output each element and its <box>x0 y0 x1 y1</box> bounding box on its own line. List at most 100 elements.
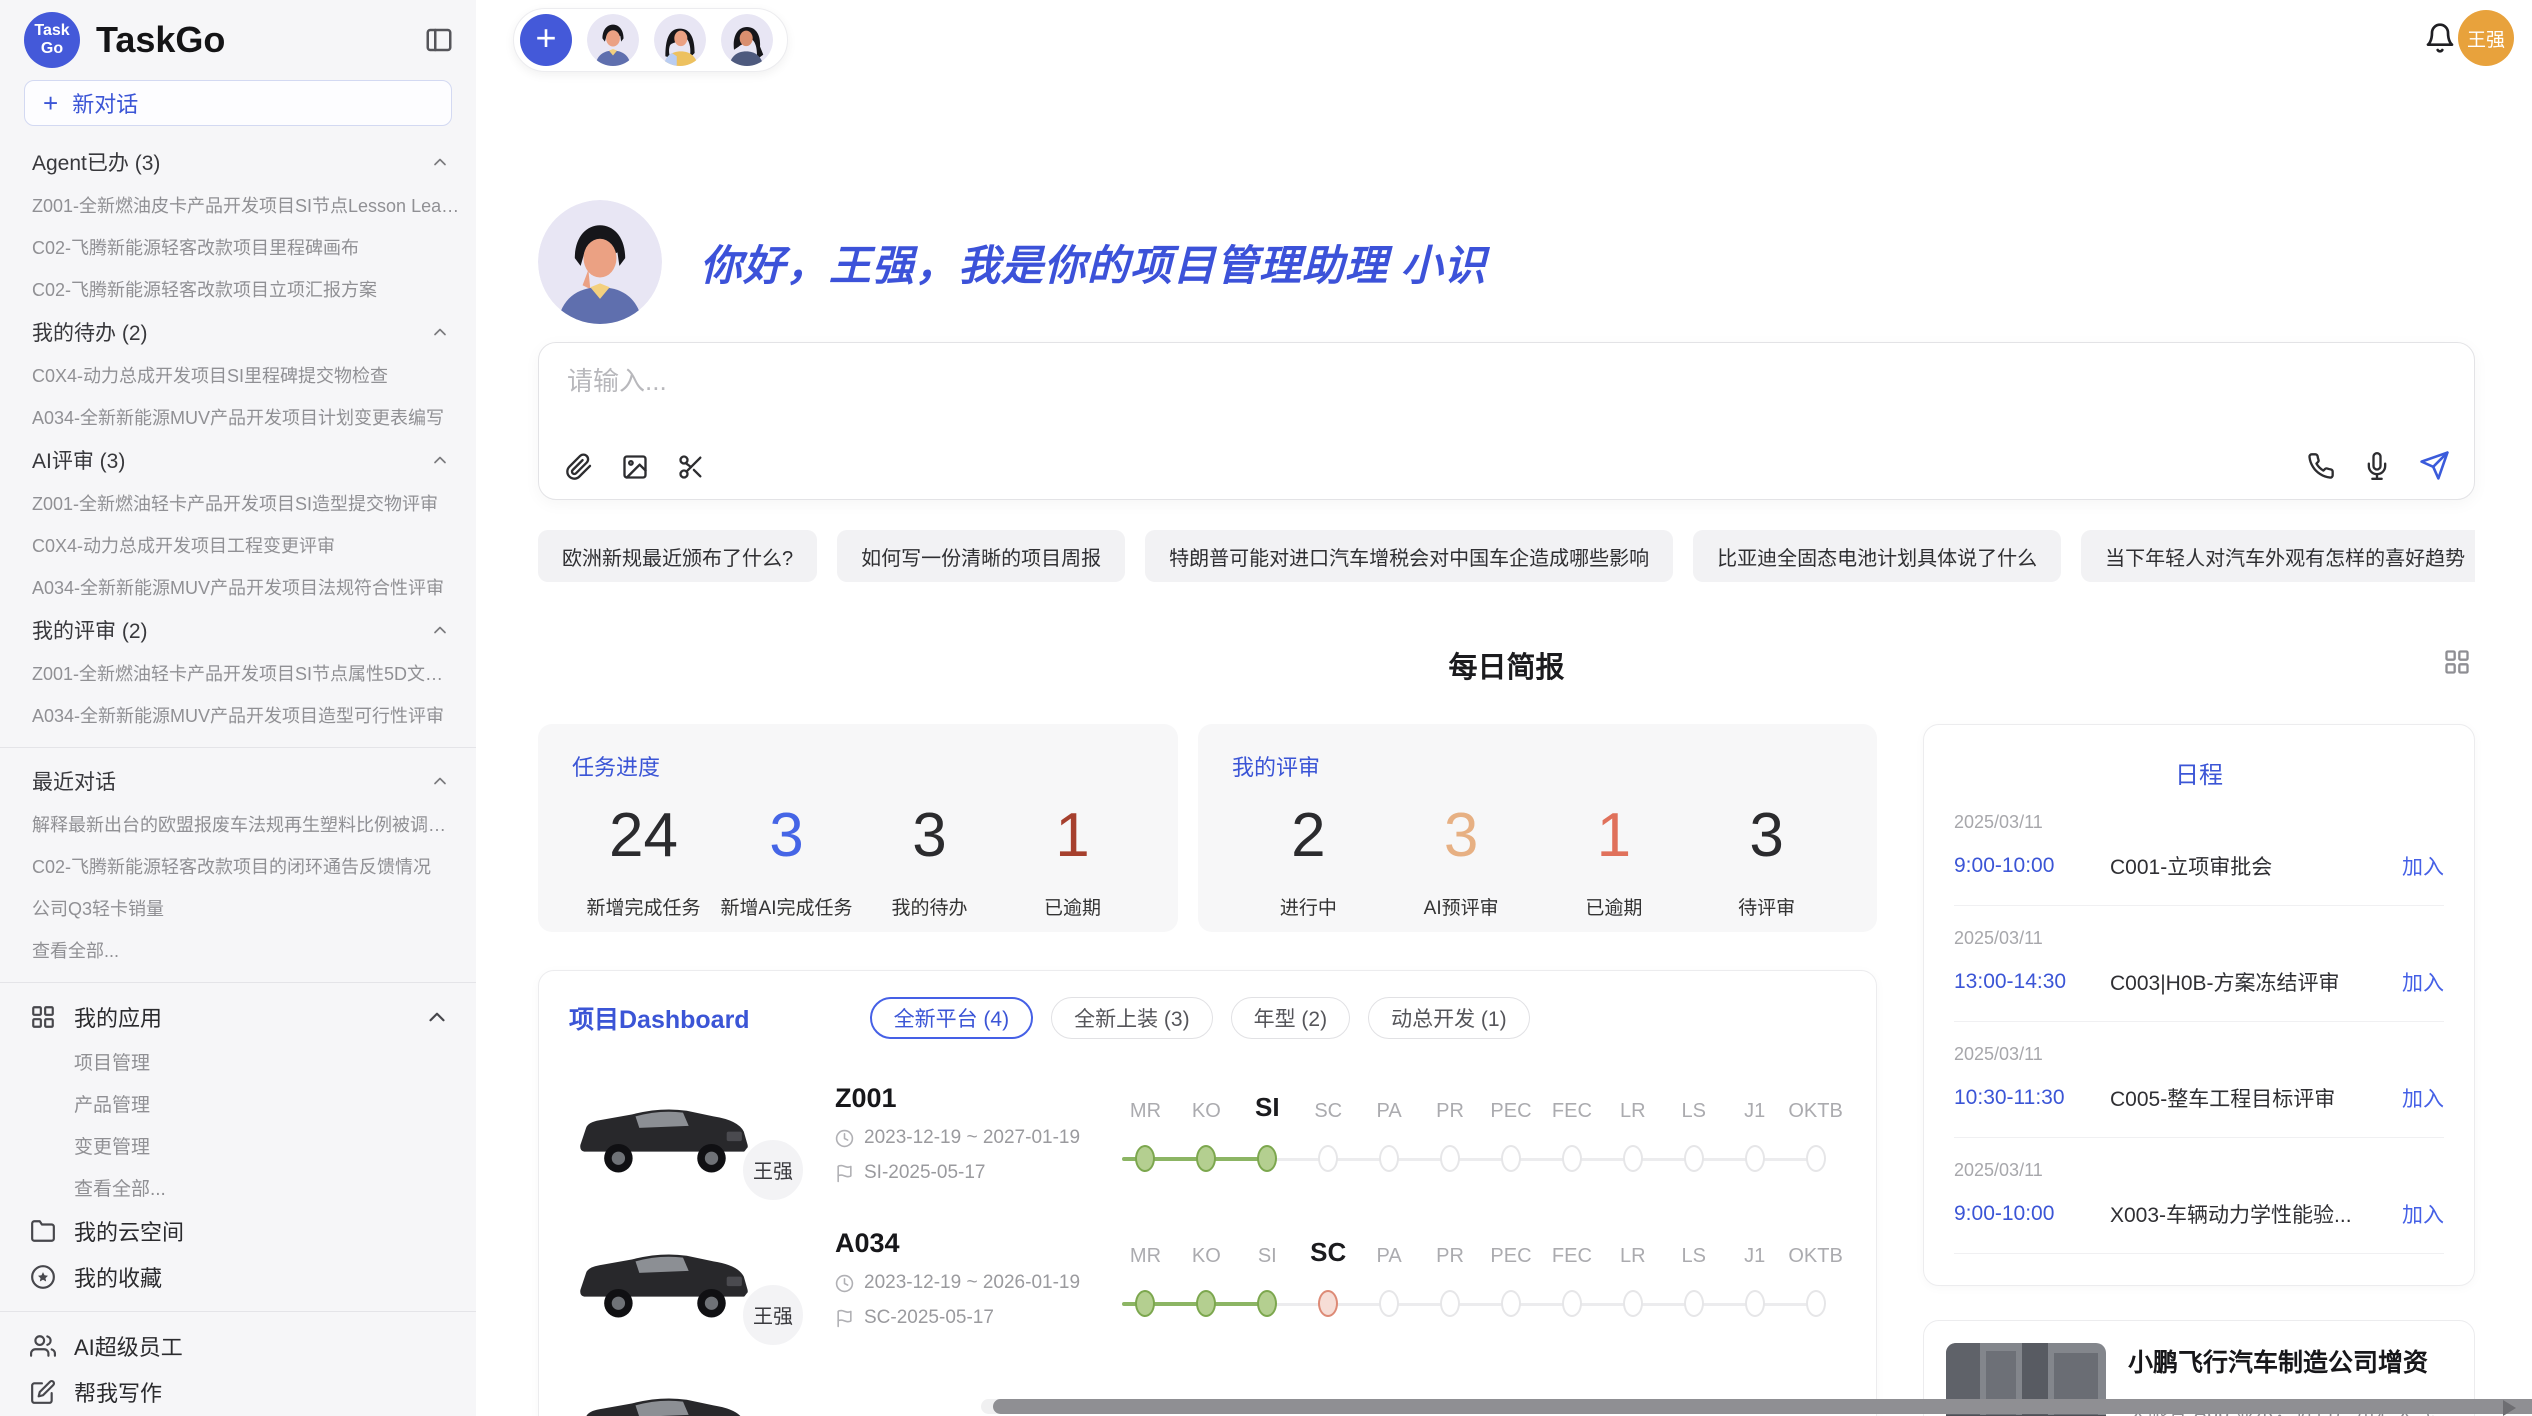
clock-icon <box>835 1274 854 1293</box>
milestone-dot-cell <box>1176 1290 1237 1317</box>
conversation-item[interactable]: 解释最新出台的欧盟报废车法规再生塑料比例被调至15%... <box>0 803 476 845</box>
join-button[interactable]: 加入 <box>2402 967 2444 997</box>
milestone-label: J1 <box>1724 1100 1785 1123</box>
new-chat-label: 新对话 <box>72 87 138 119</box>
horizontal-scrollbar-thumb[interactable] <box>993 1399 2532 1414</box>
scroll-right-arrow-icon[interactable] <box>2503 1400 2516 1416</box>
chevron-up-icon <box>430 620 450 640</box>
project-row[interactable]: 王强A0342023-12-19 ~ 2026-01-19SC-2025-05-… <box>569 1228 1846 1329</box>
stat: 3我的待办 <box>858 796 1001 920</box>
conversation-item[interactable]: A034-全新新能源MUV产品开发项目法规符合性评审 <box>0 566 476 608</box>
sidebar-tool[interactable]: AI超级员工 <box>0 1323 476 1369</box>
conversation-item[interactable]: A034-全新新能源MUV产品开发项目计划变更表编写 <box>0 396 476 438</box>
sidebar-shortcut[interactable]: 我的云空间 <box>0 1208 476 1254</box>
suggestion-chip[interactable]: 如何写一份清晰的项目周报 <box>837 530 1125 582</box>
conversation-item[interactable]: Z001-全新燃油皮卡产品开发项目SI节点Lesson Learn报告 <box>0 184 476 226</box>
join-button[interactable]: 加入 <box>2402 851 2444 881</box>
milestone-label: FEC <box>1541 1245 1602 1268</box>
conversation-item[interactable]: C02-飞腾新能源轻客改款项目立项汇报方案 <box>0 268 476 310</box>
assistant-avatar-1[interactable] <box>587 14 639 66</box>
chat-input[interactable] <box>565 365 2448 398</box>
sidebar-section-header[interactable]: AI评审 (3) <box>0 438 476 482</box>
conversation-item[interactable]: C0X4-动力总成开发项目SI里程碑提交物检查 <box>0 354 476 396</box>
layout-grid-icon[interactable] <box>2443 648 2471 676</box>
milestone-dot <box>1745 1290 1765 1317</box>
recent-section-header[interactable]: 最近对话 <box>0 759 476 803</box>
sidebar-section-header[interactable]: 我的待办 (2) <box>0 310 476 354</box>
conversation-item[interactable]: A034-全新新能源MUV产品开发项目造型可行性评审 <box>0 694 476 736</box>
suggestion-chip[interactable]: 欧洲新规最近颁布了什么? <box>538 530 817 582</box>
screenshot-icon[interactable] <box>677 453 705 481</box>
chat-input-card <box>538 342 2475 500</box>
conversation-item[interactable]: 公司Q3轻卡销量 <box>0 887 476 929</box>
view-all-link[interactable]: 查看全部... <box>0 929 476 971</box>
add-assistant-button[interactable]: + <box>520 14 572 66</box>
horizontal-scrollbar-track[interactable] <box>981 1399 2488 1414</box>
phone-icon[interactable] <box>2307 452 2335 480</box>
conversation-item[interactable]: C02-飞腾新能源轻客改款项目的闭环通告反馈情况 <box>0 845 476 887</box>
stats-items: 24新增完成任务3新增AI完成任务3我的待办1已逾期 <box>572 796 1144 920</box>
user-avatar[interactable]: 王强 <box>2458 10 2514 66</box>
conversation-item[interactable]: C0X4-动力总成开发项目工程变更评审 <box>0 524 476 566</box>
join-button[interactable]: 加入 <box>2402 1199 2444 1229</box>
project-row[interactable]: 王强Z0012023-12-19 ~ 2027-01-19SI-2025-05-… <box>569 1083 1846 1184</box>
view-all-link[interactable]: 查看全部... <box>0 1166 476 1208</box>
collapse-sidebar-icon[interactable] <box>424 25 454 55</box>
sidebar-section-header[interactable]: 我的评审 (2) <box>0 608 476 652</box>
owner-avatar: 王强 <box>739 1136 807 1204</box>
sidebar-tool[interactable]: 帮我写作 <box>0 1369 476 1415</box>
microphone-icon[interactable] <box>2363 452 2391 480</box>
section-title: 我的评审 (2) <box>32 615 148 645</box>
dashboard-tab[interactable]: 动总开发 (1) <box>1368 997 1530 1039</box>
new-chat-button[interactable]: + 新对话 <box>24 80 452 126</box>
milestone-dot-cell <box>1785 1290 1846 1317</box>
stat-label: 我的待办 <box>858 893 1001 920</box>
schedule-item: 2025/03/119:00-10:00X003-车辆动力学性能验...加入 <box>1954 1138 2444 1254</box>
notification-bell-icon[interactable] <box>2424 22 2456 54</box>
assistant-avatar <box>538 200 662 324</box>
schedule-name: C001-立项审批会 <box>2110 851 2394 881</box>
attachment-icon[interactable] <box>565 453 593 481</box>
join-button[interactable]: 加入 <box>2402 1083 2444 1113</box>
suggestion-chip[interactable]: 特朗普可能对进口汽车增税会对中国车企造成哪些影响 <box>1145 530 1673 582</box>
my-apps-row[interactable]: 我的应用 <box>0 994 476 1040</box>
schedule-date: 2025/03/11 <box>1954 1044 2444 1065</box>
sidebar-section-header[interactable]: Agent已办 (3) <box>0 140 476 184</box>
milestone-dot <box>1745 1145 1765 1172</box>
dashboard-tab[interactable]: 全新平台 (4) <box>870 997 1034 1039</box>
milestone-dot-cell <box>1359 1290 1420 1317</box>
schedule-item: 2025/03/119:00-10:00C001-立项审批会加入 <box>1954 790 2444 906</box>
assistant-avatar-2[interactable] <box>654 14 706 66</box>
image-upload-icon[interactable] <box>621 453 649 481</box>
conversation-item[interactable]: Z001-全新燃油轻卡产品开发项目SI节点属性5D文件评审 <box>0 652 476 694</box>
star-icon <box>30 1264 56 1290</box>
schedule-time: 10:30-11:30 <box>1954 1086 2102 1110</box>
app-item[interactable]: 项目管理 <box>0 1040 476 1082</box>
milestone-dot-cell <box>1724 1290 1785 1317</box>
milestone-dot <box>1196 1290 1216 1317</box>
greeting-row: 你好，王强，我是你的项目管理助理 小识 <box>538 200 2475 324</box>
milestone-label: MR <box>1115 1100 1176 1123</box>
stats-card: 任务进度24新增完成任务3新增AI完成任务3我的待办1已逾期 <box>538 724 1178 932</box>
view-all-schedule-link[interactable]: 查看所有日程 <box>1954 1280 2444 1286</box>
conversation-item[interactable]: C02-飞腾新能源轻客改款项目里程碑画布 <box>0 226 476 268</box>
conversation-item-label: Z001-全新燃油皮卡产品开发项目SI节点Lesson Learn报告 <box>32 192 460 218</box>
suggestion-chip[interactable]: 当下年轻人对汽车外观有怎样的喜好趋势 <box>2081 530 2475 582</box>
sidebar-shortcut[interactable]: 我的收藏 <box>0 1254 476 1300</box>
logo-text-top: Task <box>34 22 69 40</box>
assistant-avatar-3[interactable] <box>721 14 773 66</box>
milestone-dot <box>1806 1145 1826 1172</box>
app-item[interactable]: 变更管理 <box>0 1124 476 1166</box>
conversation-item[interactable]: Z001-全新燃油轻卡产品开发项目SI造型提交物评审 <box>0 482 476 524</box>
folder-icon <box>30 1218 56 1244</box>
milestone-dot <box>1501 1290 1521 1317</box>
suggestion-chips: 欧洲新规最近颁布了什么? 如何写一份清晰的项目周报特朗普可能对进口汽车增税会对中国… <box>538 530 2475 582</box>
send-icon[interactable] <box>2419 450 2450 481</box>
milestone-label: OKTB <box>1785 1100 1846 1123</box>
section-title: AI评审 (3) <box>32 445 125 475</box>
dashboard-tab[interactable]: 全新上装 (3) <box>1051 997 1213 1039</box>
dashboard-tab[interactable]: 年型 (2) <box>1231 997 1351 1039</box>
app-item[interactable]: 产品管理 <box>0 1082 476 1124</box>
suggestion-chip[interactable]: 比亚迪全固态电池计划具体说了什么 <box>1693 530 2061 582</box>
milestone-label: PR <box>1420 1100 1481 1123</box>
